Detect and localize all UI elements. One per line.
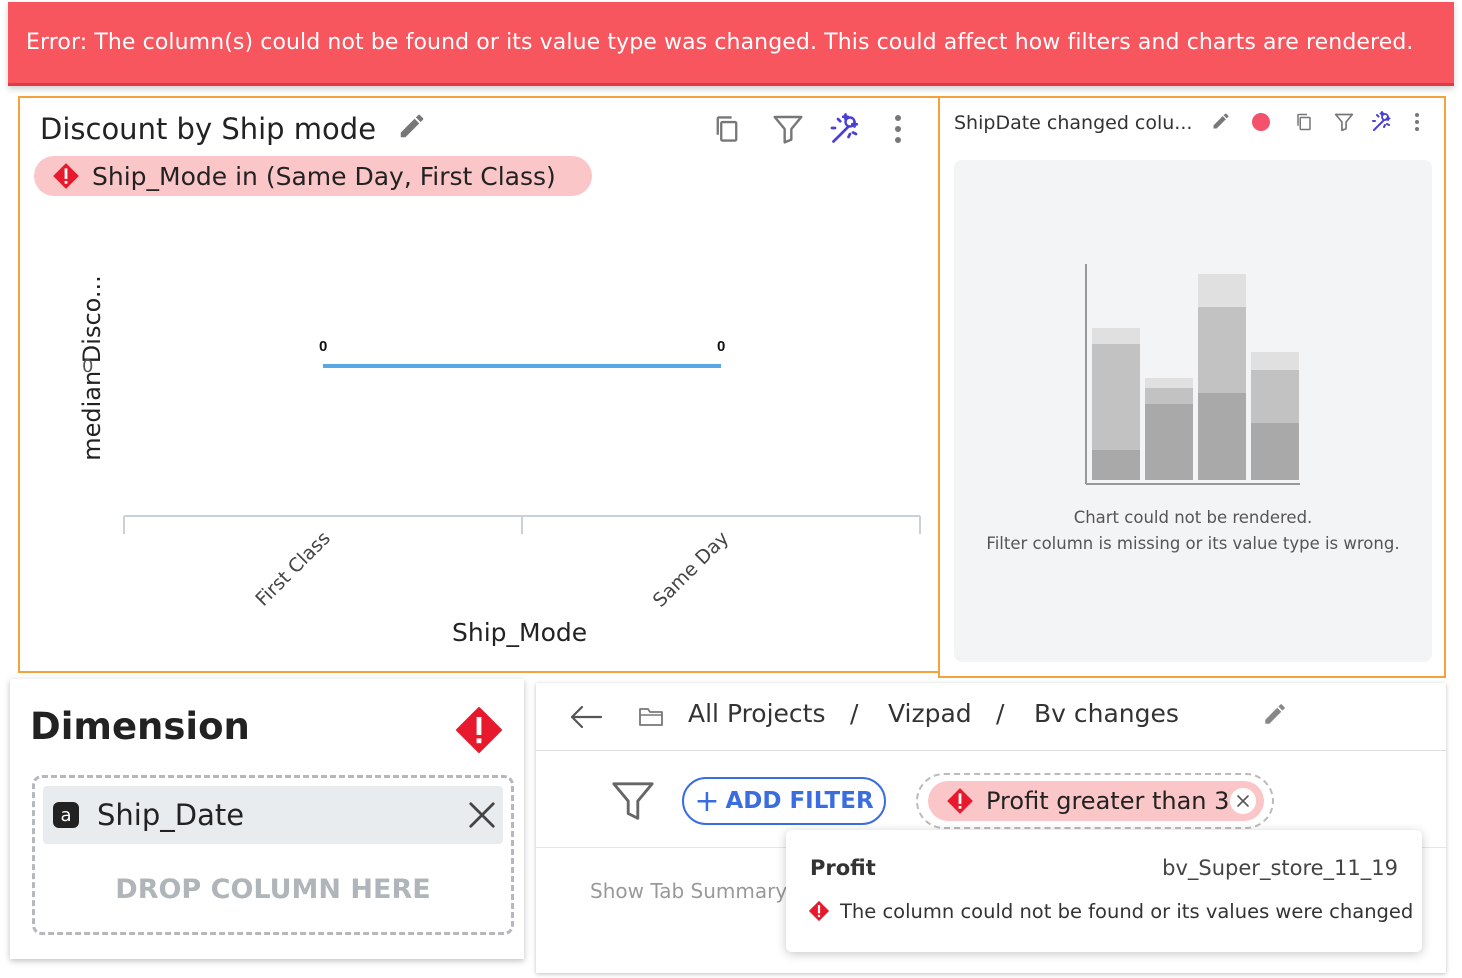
error-diamond-icon: [808, 900, 830, 922]
column-dropzone[interactable]: a Ship_Date DROP COLUMN HERE: [32, 775, 514, 935]
back-arrow-icon[interactable]: [566, 699, 606, 735]
dimension-panel: Dimension a Ship_Date DROP COLUMN HERE: [10, 679, 524, 959]
breadcrumb-separator: /: [850, 699, 859, 728]
add-filter-button[interactable]: + ADD FILTER: [682, 777, 886, 825]
edit-icon[interactable]: [1260, 699, 1290, 729]
status-dot: [1250, 111, 1272, 133]
breadcrumb-all-projects[interactable]: All Projects: [688, 699, 826, 728]
filter-icon[interactable]: [608, 777, 658, 827]
more-vertical-icon[interactable]: [1410, 110, 1424, 134]
tooltip-error-message: The column could not be found or its val…: [840, 900, 1414, 923]
tooltip-dataset-name: bv_Super_store_11_19: [1162, 856, 1398, 880]
error-banner-text: Error: The column(s) could not be found …: [26, 30, 1414, 55]
x-axis-line: [123, 515, 921, 534]
line-chart: [123, 364, 921, 534]
dimension-field-chip[interactable]: a Ship_Date: [43, 786, 503, 844]
add-filter-label: ADD FILTER: [725, 788, 874, 814]
render-error-line2: Filter column is missing or its value ty…: [986, 534, 1400, 553]
dashboard-root: Error: The column(s) could not be found …: [0, 0, 1462, 978]
show-tab-summary-link[interactable]: Show Tab Summary: [590, 879, 787, 903]
dimension-field-name: Ship_Date: [97, 798, 245, 832]
active-filter-wrap: Profit greater than 3: [916, 773, 1274, 829]
error-banner: Error: The column(s) could not be found …: [8, 2, 1454, 86]
breadcrumb: All Projects / Vizpad / Bv changes: [536, 683, 1446, 751]
plus-icon: +: [694, 783, 720, 819]
column-error-tooltip: Profit bv_Super_store_11_19 The column c…: [786, 830, 1422, 952]
drop-column-placeholder: DROP COLUMN HERE: [115, 874, 431, 905]
chart-placeholder-area: Chart could not be rendered. Filter colu…: [954, 160, 1432, 662]
edit-icon[interactable]: [1208, 108, 1234, 134]
text-type-badge: a: [53, 802, 79, 828]
chart-card-discount[interactable]: Discount by Ship mode Ship_Mode in (Same…: [18, 96, 940, 673]
render-error-line1: Chart could not be rendered.: [1073, 508, 1313, 527]
error-diamond-icon: [454, 705, 504, 755]
data-label-first-class: 0: [319, 338, 328, 355]
active-filter-label: Profit greater than 3: [986, 787, 1230, 815]
folder-icon[interactable]: [634, 701, 668, 731]
tooltip-column-name: Profit: [810, 856, 876, 880]
breadcrumb-vizpad[interactable]: Vizpad: [888, 699, 972, 728]
remove-filter-icon[interactable]: [1230, 788, 1256, 814]
breadcrumb-separator: /: [996, 699, 1005, 728]
placeholder-bar-chart-icon: [1085, 264, 1300, 485]
x-axis-title: Ship_Mode: [452, 618, 588, 647]
side-chart-title: ShipDate changed colu...: [954, 112, 1193, 134]
error-diamond-icon: [947, 788, 973, 814]
close-icon[interactable]: [465, 798, 499, 832]
breadcrumb-bv-changes: Bv changes: [1034, 699, 1179, 728]
magic-wand-icon[interactable]: [1368, 108, 1394, 134]
copy-icon[interactable]: [1292, 110, 1316, 134]
data-label-same-day: 0: [717, 338, 726, 355]
dimension-title: Dimension: [30, 705, 250, 748]
filter-icon[interactable]: [1332, 110, 1356, 134]
active-filter-pill[interactable]: Profit greater than 3: [928, 781, 1264, 821]
chart-card-shipdate[interactable]: ShipDate changed colu... Chart could not…: [938, 96, 1446, 678]
